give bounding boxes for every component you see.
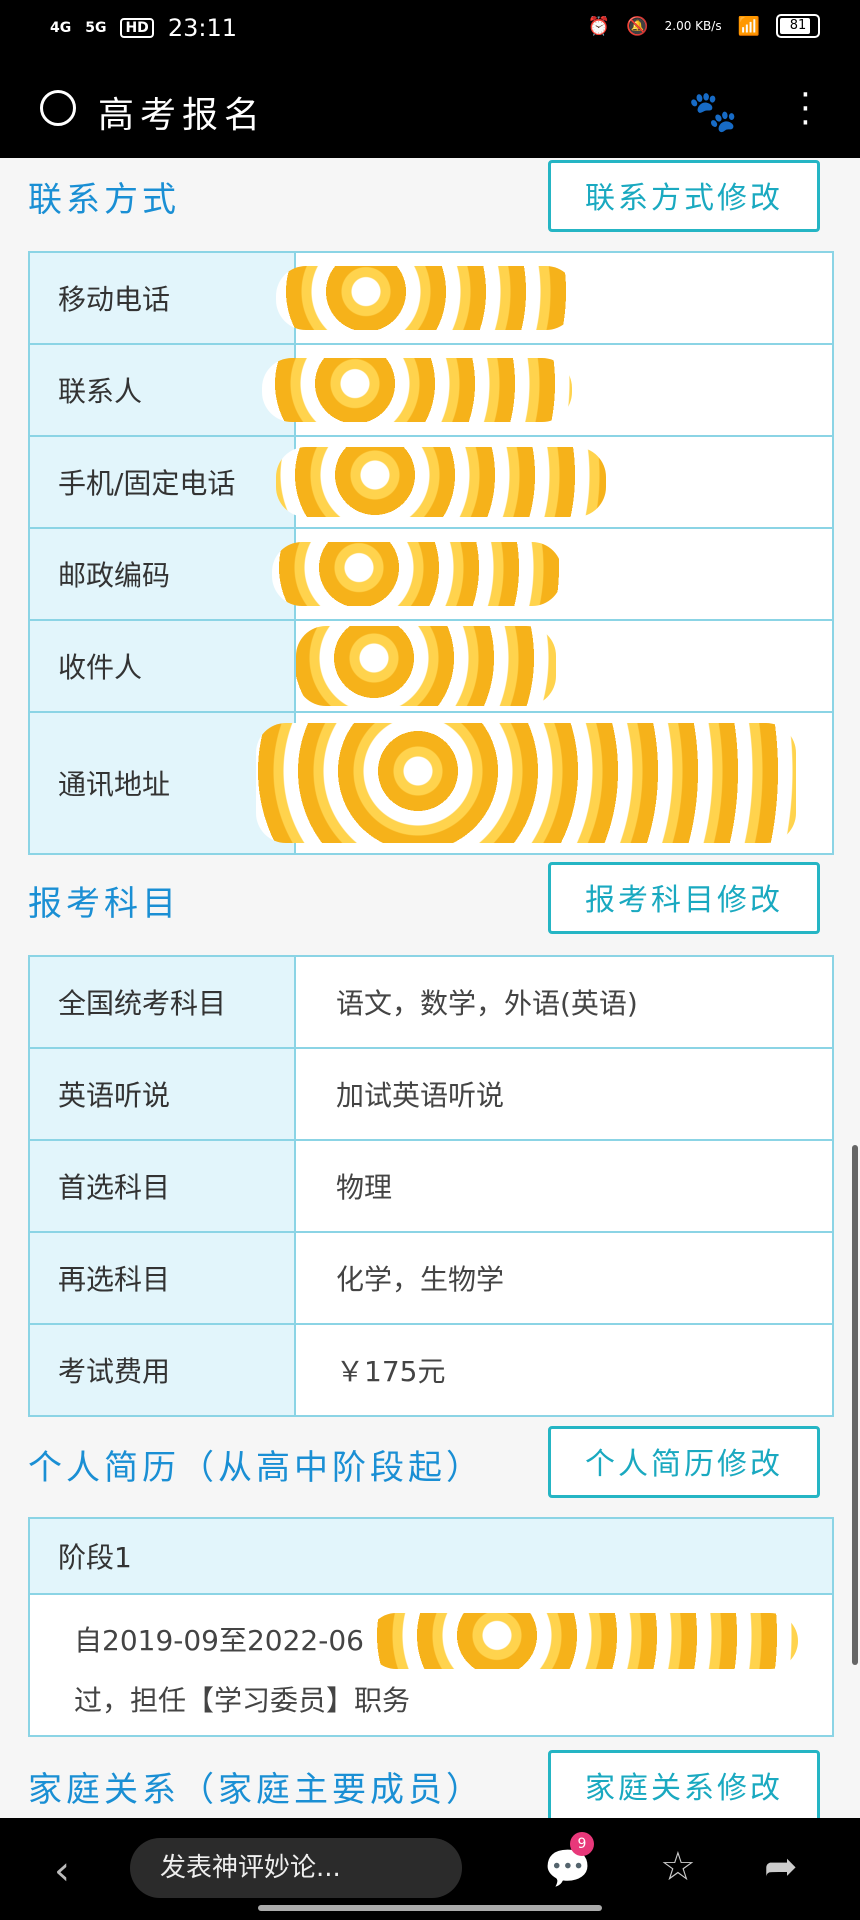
comment-count-badge: 9 bbox=[570, 1832, 594, 1856]
resume-section-title: 个人简历（从高中阶段起） bbox=[28, 1448, 484, 1488]
contact-edit-button[interactable]: 联系方式修改 bbox=[548, 160, 820, 232]
table-row: 通讯地址 bbox=[30, 713, 832, 853]
row-value: 加试英语听说 bbox=[336, 1079, 505, 1112]
scrollbar[interactable] bbox=[852, 1145, 858, 1665]
row-label: 考试费用 bbox=[30, 1325, 296, 1415]
row-value: 语文，数学，外语(英语) bbox=[336, 987, 638, 1020]
table-row: 再选科目 化学，生物学 bbox=[30, 1233, 832, 1325]
resume-line-2: 过，担任【学习委员】职务 bbox=[74, 1684, 411, 1717]
resume-table: 阶段1 自2019-09至2022-06 过，担任【学习委员】职务 bbox=[28, 1517, 834, 1737]
row-label: 全国统考科目 bbox=[30, 957, 296, 1047]
table-row: 手机/固定电话 bbox=[30, 437, 832, 529]
baidu-paw-icon[interactable]: 🐾 bbox=[688, 88, 738, 135]
resume-body: 自2019-09至2022-06 过，担任【学习委员】职务 bbox=[30, 1595, 832, 1731]
row-label: 移动电话 bbox=[30, 253, 296, 343]
table-row: 全国统考科目 语文，数学，外语(英语) bbox=[30, 957, 832, 1049]
table-row: 联系人 bbox=[30, 345, 832, 437]
row-value bbox=[256, 713, 832, 853]
subjects-section-title: 报考科目 bbox=[28, 884, 180, 924]
resume-edit-button[interactable]: 个人简历修改 bbox=[548, 1426, 820, 1498]
redaction-sticker bbox=[262, 358, 572, 422]
row-value bbox=[276, 253, 832, 343]
table-row: 考试费用 ￥175元 bbox=[30, 1325, 832, 1415]
table-row: 邮政编码 bbox=[30, 529, 832, 621]
status-bar: 4G 5G HD 23:11 ⏰ 🔕 2.00 KB/s 📶 81 bbox=[0, 0, 860, 62]
battery-icon: 81 bbox=[776, 14, 820, 38]
row-label: 手机/固定电话 bbox=[30, 437, 296, 527]
row-value bbox=[276, 437, 832, 527]
signal-4g: 4G bbox=[50, 20, 72, 36]
search-bar[interactable]: 高考报名 🐾 · · · bbox=[0, 62, 860, 158]
row-label: 再选科目 bbox=[30, 1233, 296, 1323]
mute-icon: 🔕 bbox=[626, 15, 649, 37]
family-section-title: 家庭关系（家庭主要成员） bbox=[28, 1770, 484, 1810]
row-label: 联系人 bbox=[30, 345, 296, 435]
row-value: 物理 bbox=[336, 1171, 393, 1204]
favorite-star-icon[interactable]: ☆ bbox=[660, 1844, 696, 1890]
contact-table: 移动电话 联系人 手机/固定电话 邮政编码 收件人 通讯地址 bbox=[28, 251, 834, 855]
resume-stage-label: 阶段1 bbox=[30, 1519, 832, 1595]
redaction-sticker bbox=[276, 266, 576, 330]
row-value bbox=[272, 529, 832, 619]
redaction-sticker bbox=[272, 542, 562, 606]
table-row: 首选科目 物理 bbox=[30, 1141, 832, 1233]
family-edit-button[interactable]: 家庭关系修改 bbox=[548, 1750, 820, 1822]
hd-icon: HD bbox=[120, 18, 154, 38]
main-content: 联系方式 联系方式修改 移动电话 联系人 手机/固定电话 邮政编码 收件人 通讯… bbox=[0, 158, 860, 1822]
row-label: 邮政编码 bbox=[30, 529, 296, 619]
table-row: 移动电话 bbox=[30, 253, 832, 345]
comment-input[interactable]: 发表神评妙论... bbox=[130, 1838, 462, 1898]
row-label: 英语听说 bbox=[30, 1049, 296, 1139]
home-indicator[interactable] bbox=[258, 1905, 602, 1911]
row-value bbox=[262, 345, 832, 435]
redaction-sticker bbox=[296, 626, 556, 706]
row-value: 化学，生物学 bbox=[336, 1263, 505, 1296]
wifi-icon: 📶 bbox=[737, 15, 760, 37]
redaction-sticker bbox=[276, 447, 606, 517]
subjects-edit-button[interactable]: 报考科目修改 bbox=[548, 862, 820, 934]
table-row: 英语听说 加试英语听说 bbox=[30, 1049, 832, 1141]
alarm-icon: ⏰ bbox=[587, 15, 611, 37]
contact-section-title: 联系方式 bbox=[28, 180, 180, 220]
row-label: 收件人 bbox=[30, 621, 296, 711]
back-icon[interactable]: ‹ bbox=[54, 1848, 70, 1894]
subjects-table: 全国统考科目 语文，数学，外语(英语) 英语听说 加试英语听说 首选科目 物理 … bbox=[28, 955, 834, 1417]
redaction-sticker bbox=[256, 723, 796, 843]
clock: 23:11 bbox=[167, 14, 237, 42]
share-icon[interactable]: ➦ bbox=[764, 1844, 798, 1890]
row-value: ￥175元 bbox=[336, 1355, 446, 1388]
row-value bbox=[296, 621, 832, 711]
resume-line-1: 自2019-09至2022-06 bbox=[74, 1624, 364, 1657]
redaction-sticker bbox=[367, 1613, 798, 1669]
signal-5g: 5G bbox=[85, 20, 107, 36]
more-options-icon[interactable]: · · · bbox=[800, 78, 812, 140]
row-label: 首选科目 bbox=[30, 1141, 296, 1231]
search-query[interactable]: 高考报名 bbox=[98, 86, 266, 138]
net-speed: 2.00 KB/s bbox=[664, 19, 722, 33]
search-icon bbox=[40, 90, 76, 126]
table-row: 收件人 bbox=[30, 621, 832, 713]
